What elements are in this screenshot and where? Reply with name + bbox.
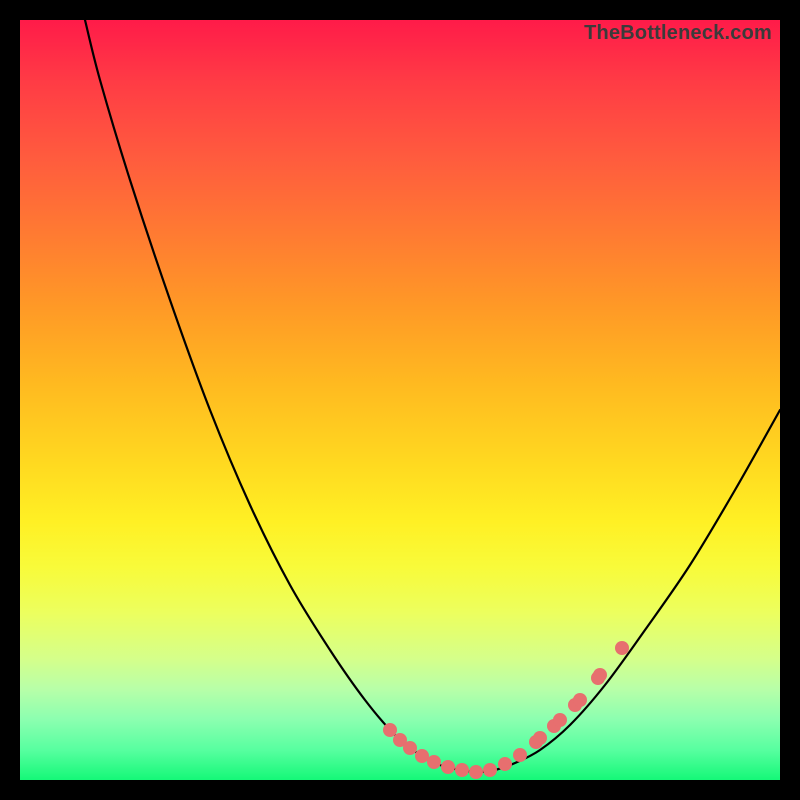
curve-layer [20,20,780,780]
marker-dot [441,760,455,774]
marker-dot [403,741,417,755]
marker-dot [455,763,469,777]
marker-dot [483,763,497,777]
marker-dot [573,693,587,707]
marker-dot [513,748,527,762]
marker-group [383,641,629,779]
marker-dot [383,723,397,737]
marker-dot [427,755,441,769]
marker-dot [593,668,607,682]
bottleneck-curve [85,20,780,772]
marker-dot [533,731,547,745]
marker-dot [469,765,483,779]
marker-dot [415,749,429,763]
chart-frame: TheBottleneck.com [20,20,780,780]
marker-dot [553,713,567,727]
marker-dot [498,757,512,771]
marker-dot [615,641,629,655]
